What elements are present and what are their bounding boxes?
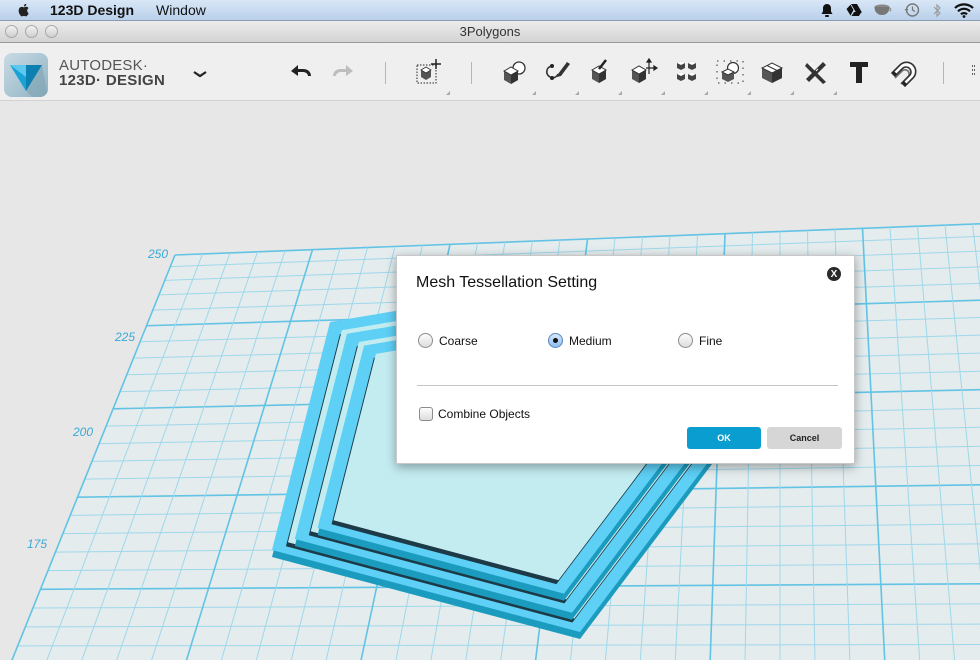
construct-icon [590, 59, 608, 83]
dropdown-corner [618, 91, 622, 95]
primitives-icon [502, 61, 526, 84]
radio-button-coarse[interactable] [418, 333, 433, 348]
text-tool-button[interactable] [844, 57, 874, 87]
more-icon [972, 65, 976, 75]
grouping-tool-button[interactable] [715, 57, 745, 87]
menu-bar: 123D Design Window [0, 0, 980, 21]
notification-bell-icon[interactable] [820, 3, 834, 18]
menu-app-name[interactable]: 123D Design [50, 2, 134, 18]
construct-tool-button[interactable] [586, 57, 616, 87]
cancel-button[interactable]: Cancel [767, 427, 842, 449]
primitives-tool-button[interactable] [500, 57, 530, 87]
redo-icon [333, 65, 353, 76]
text-icon [850, 62, 868, 83]
sketch-tool-button[interactable] [543, 57, 573, 87]
modify-icon [630, 57, 659, 83]
dropdown-corner [446, 91, 450, 95]
grouping-icon [716, 60, 744, 84]
dialog-divider [417, 385, 838, 386]
apple-icon[interactable] [16, 2, 32, 18]
dropdown-corner [833, 91, 837, 95]
pattern-tool-button[interactable] [672, 57, 702, 87]
undo-button[interactable] [286, 57, 316, 87]
toolbar-separator [385, 62, 386, 84]
time-machine-icon[interactable] [904, 2, 920, 18]
measure-tool-button[interactable] [801, 57, 831, 87]
menu-window[interactable]: Window [156, 2, 206, 18]
mesh-tessellation-dialog: Mesh Tessellation Setting X Coarse Mediu… [396, 255, 855, 464]
combine-objects-label: Combine Objects [438, 407, 531, 421]
close-icon[interactable]: X [827, 267, 841, 281]
radio-medium[interactable]: Medium [548, 333, 612, 348]
toolbar-separator [943, 62, 944, 84]
undo-icon [291, 65, 311, 76]
dropdown-corner [790, 91, 794, 95]
chevron-down-icon[interactable] [191, 67, 209, 81]
toolbar-separator [471, 62, 472, 84]
transform-tool-button[interactable] [414, 57, 444, 87]
radio-label-fine: Fine [699, 333, 723, 348]
dropdown-corner [575, 91, 579, 95]
axis-label-175: 175 [27, 537, 48, 551]
measure-icon [805, 62, 826, 84]
google-drive-icon[interactable] [846, 3, 862, 17]
brand-123d-design: 123D· DESIGN [59, 72, 166, 89]
bluetooth-icon[interactable] [932, 3, 942, 18]
dropdown-corner [661, 91, 665, 95]
combine-icon [760, 62, 784, 83]
more-tools-button[interactable] [962, 57, 980, 87]
radio-label-medium: Medium [569, 333, 612, 348]
sketch-icon [546, 62, 570, 80]
axis-label-250: 250 [148, 247, 169, 261]
combine-objects-option[interactable]: Combine Objects [419, 407, 530, 421]
axis-label-200: 200 [73, 425, 94, 439]
magnet-icon [890, 61, 917, 87]
transform-icon [416, 59, 441, 84]
snap-tool-button[interactable] [887, 57, 917, 87]
window-title-bar: 3Polygons [0, 21, 980, 43]
radio-label-coarse: Coarse [439, 333, 478, 348]
radio-button-fine[interactable] [678, 333, 693, 348]
dropdown-corner [532, 91, 536, 95]
app-logo-icon[interactable] [4, 53, 48, 97]
dropdown-corner [704, 91, 708, 95]
combine-tool-button[interactable] [758, 57, 788, 87]
redo-button[interactable] [328, 57, 358, 87]
axis-label-225: 225 [115, 330, 136, 344]
modify-tool-button[interactable] [629, 57, 659, 87]
status-icons [820, 2, 974, 18]
combine-objects-checkbox[interactable] [419, 407, 433, 421]
radio-button-medium[interactable] [548, 333, 563, 348]
ok-button[interactable]: OK [687, 427, 761, 449]
radio-fine[interactable]: Fine [678, 333, 722, 348]
cup-icon[interactable] [874, 4, 892, 16]
dialog-title: Mesh Tessellation Setting [416, 274, 598, 291]
wifi-icon[interactable] [954, 2, 974, 18]
dropdown-corner [747, 91, 751, 95]
toolbar: AUTODESK· 123D· DESIGN [0, 43, 980, 101]
pattern-icon [677, 61, 696, 81]
window-title: 3Polygons [459, 24, 521, 39]
radio-coarse[interactable]: Coarse [418, 333, 478, 348]
